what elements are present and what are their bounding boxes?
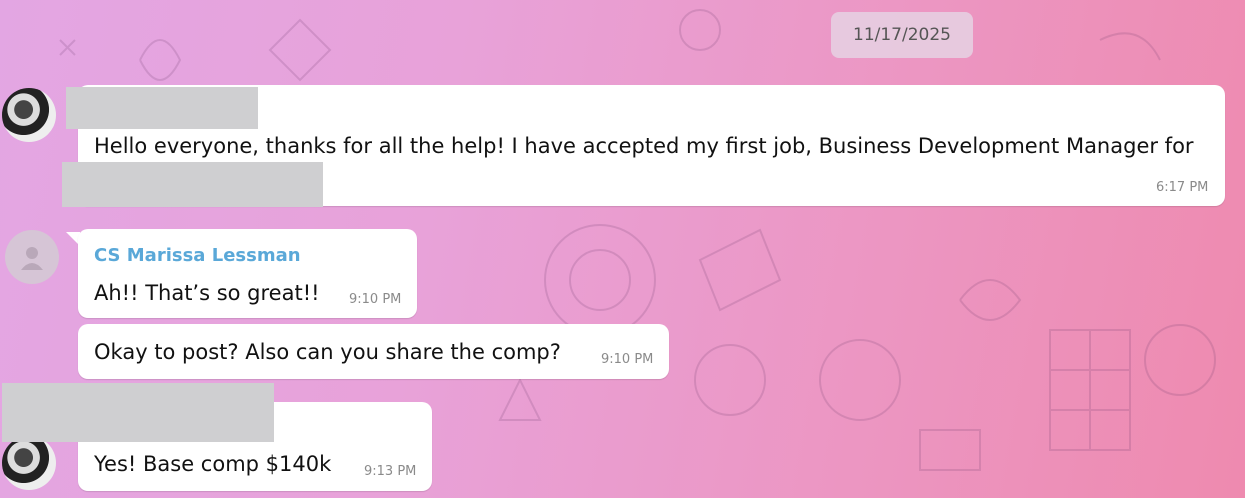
message-text: Yes! Base comp $140k [94, 452, 332, 476]
message-text: Okay to post? Also can you share the com… [94, 340, 561, 364]
message-time: 9:10 PM [601, 352, 654, 367]
message-time: 9:13 PM [364, 464, 417, 479]
message-text: Ah!! That’s so great!! [94, 281, 320, 305]
date-separator: 11/17/2025 [831, 12, 973, 58]
user-icon [21, 247, 43, 270]
date-label: 11/17/2025 [853, 25, 951, 45]
sender-name[interactable]: CS Marissa Lessman [94, 245, 301, 266]
message-time: 6:17 PM [1156, 180, 1209, 195]
sender-avatar[interactable] [5, 230, 59, 284]
redacted-sender-name [2, 383, 274, 442]
message-text: Hello everyone, thanks for all the help!… [94, 134, 1194, 158]
sender-avatar[interactable] [2, 88, 56, 142]
redacted-sender-name [66, 87, 258, 129]
sender-avatar[interactable] [2, 436, 56, 490]
redacted-message-text [62, 162, 323, 207]
message-time: 9:10 PM [349, 292, 402, 307]
